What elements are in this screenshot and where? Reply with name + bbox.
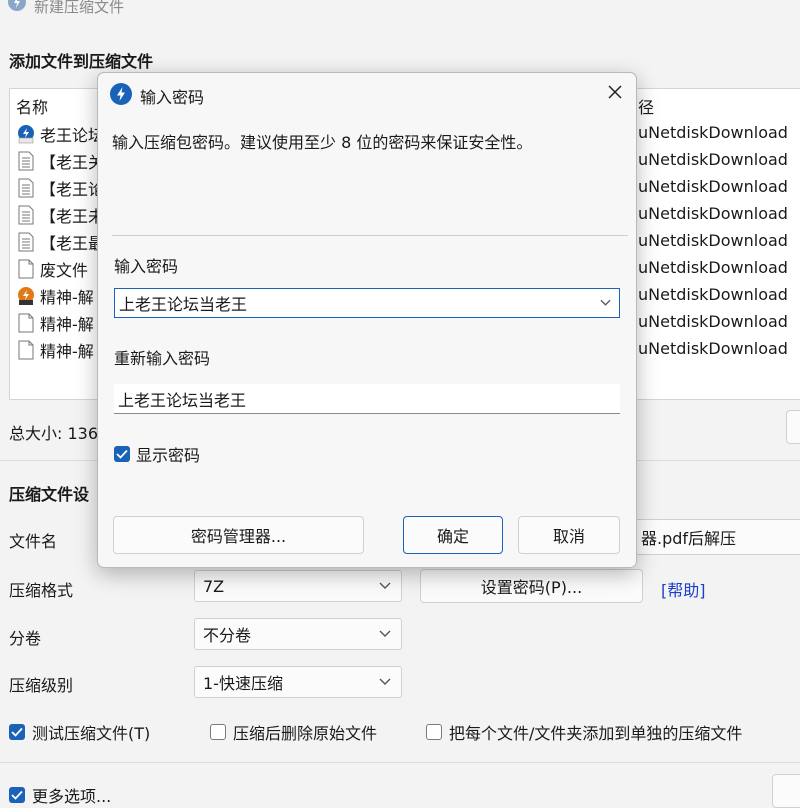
format-label: 压缩格式 — [9, 581, 74, 600]
bandizip-archive-icon — [16, 124, 36, 144]
test-archive-label: 测试压缩文件(T) — [32, 724, 151, 743]
password-label: 输入密码 — [114, 257, 179, 276]
close-icon[interactable] — [606, 83, 624, 101]
file-name: 老王论坛 — [40, 125, 105, 145]
format-select[interactable]: 7Z — [194, 570, 402, 602]
split-archive-icon — [16, 286, 36, 306]
test-archive-option[interactable]: 测试压缩文件(T) — [9, 720, 150, 744]
file-name: 精神-解 — [40, 287, 94, 307]
level-select[interactable]: 1-快速压缩 — [194, 666, 402, 698]
dialog-divider — [112, 235, 628, 236]
bandizip-logo-icon — [8, 0, 26, 15]
help-link[interactable]: [帮助] — [661, 577, 706, 601]
blank-file-icon — [16, 340, 36, 360]
section-divider — [0, 762, 800, 763]
dialog-title: 输入密码 — [140, 88, 205, 107]
filename-value: 器.pdf后解压 — [641, 529, 737, 548]
file-path: uNetdiskDownload — [638, 123, 788, 142]
each-separate-option[interactable]: 把每个文件/文件夹添加到单独的压缩文件 — [426, 720, 742, 744]
file-path: uNetdiskDownload — [638, 258, 788, 277]
checkmark-icon — [11, 790, 23, 800]
each-separate-checkbox[interactable] — [426, 724, 442, 740]
more-options-checkbox[interactable] — [9, 787, 25, 803]
document-icon — [16, 151, 36, 171]
settings-heading: 压缩文件设 — [9, 485, 90, 504]
checkmark-icon — [11, 727, 23, 737]
document-icon — [16, 205, 36, 225]
window-titlebar: 新建压缩文件 — [0, 0, 800, 22]
bandizip-logo-icon — [110, 83, 132, 109]
test-archive-checkbox[interactable] — [9, 724, 25, 740]
total-size: 总大小: 136 — [9, 424, 99, 443]
file-path: uNetdiskDownload — [638, 150, 788, 169]
show-password-label: 显示密码 — [136, 446, 201, 465]
confirm-password-value: 上老王论坛当老王 — [118, 390, 247, 410]
split-select[interactable]: 不分卷 — [194, 618, 402, 650]
ok-button[interactable]: 确定 — [403, 516, 503, 554]
filename-label: 文件名 — [9, 532, 58, 551]
file-name: 精神-解 — [40, 314, 94, 334]
show-password-checkbox[interactable] — [114, 446, 130, 462]
checkmark-icon — [116, 449, 128, 459]
delete-after-checkbox[interactable] — [210, 724, 226, 740]
file-name: 精神-解 — [40, 341, 94, 361]
confirm-password-input[interactable]: 上老王论坛当老王 — [114, 384, 620, 414]
chevron-down-icon — [379, 630, 391, 637]
level-value: 1-快速压缩 — [203, 674, 283, 693]
file-name: 【老王论 — [40, 179, 105, 199]
window-title: 新建压缩文件 — [34, 0, 125, 16]
split-label: 分卷 — [9, 629, 42, 648]
cancel-button[interactable]: 取消 — [518, 516, 620, 554]
start-button[interactable] — [772, 774, 800, 808]
password-manager-button[interactable]: 密码管理器... — [113, 516, 364, 554]
more-options-option[interactable]: 更多选项... — [9, 783, 111, 807]
chevron-down-icon — [379, 582, 391, 589]
file-name: 【老王未 — [40, 206, 105, 226]
filename-input[interactable]: 器.pdf后解压 — [610, 519, 800, 555]
each-separate-label: 把每个文件/文件夹添加到单独的压缩文件 — [449, 724, 743, 743]
file-name: 【老王关 — [40, 152, 105, 172]
delete-after-option[interactable]: 压缩后删除原始文件 — [210, 720, 377, 744]
chevron-down-icon[interactable] — [600, 299, 611, 307]
dialog-description: 输入压缩包密码。建议使用至少 8 位的密码来保证安全性。 — [112, 133, 533, 152]
confirm-password-label: 重新输入密码 — [114, 349, 211, 368]
file-path: uNetdiskDownload — [638, 285, 788, 304]
file-name: 废文件 — [40, 260, 89, 280]
file-path: uNetdiskDownload — [638, 231, 788, 250]
level-label: 压缩级别 — [9, 676, 74, 695]
document-icon — [16, 232, 36, 252]
delete-after-label: 压缩后删除原始文件 — [233, 724, 378, 743]
file-path: uNetdiskDownload — [638, 204, 788, 223]
file-name: 【老王最 — [40, 233, 105, 253]
format-value: 7Z — [203, 576, 225, 596]
file-path: uNetdiskDownload — [638, 312, 788, 331]
column-header-path[interactable]: 径 — [638, 94, 654, 118]
add-file-button[interactable] — [786, 410, 800, 444]
password-value: 上老王论坛当老王 — [119, 295, 248, 314]
add-files-heading: 添加文件到压缩文件 — [9, 52, 154, 71]
password-input[interactable]: 上老王论坛当老王 — [114, 288, 620, 318]
document-icon — [16, 178, 36, 198]
set-password-button[interactable]: 设置密码(P)... — [420, 569, 643, 603]
file-path: uNetdiskDownload — [638, 177, 788, 196]
show-password-option[interactable]: 显示密码 — [114, 442, 200, 466]
chevron-down-icon — [379, 678, 391, 685]
more-options-label: 更多选项... — [32, 787, 112, 806]
file-path: uNetdiskDownload — [638, 339, 788, 358]
blank-file-icon — [16, 259, 36, 279]
split-value: 不分卷 — [203, 626, 252, 645]
password-dialog: 输入密码 输入压缩包密码。建议使用至少 8 位的密码来保证安全性。 输入密码 上… — [97, 72, 637, 568]
blank-file-icon — [16, 313, 36, 333]
column-header-name[interactable]: 名称 — [16, 94, 48, 118]
